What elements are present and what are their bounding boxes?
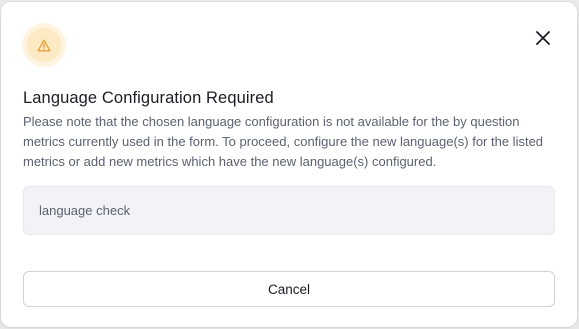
warning-badge: [22, 23, 66, 67]
cancel-button[interactable]: Cancel: [23, 271, 555, 307]
language-config-dialog: Language Configuration Required Please n…: [1, 2, 577, 327]
close-button[interactable]: [531, 26, 555, 50]
dialog-description: Please note that the chosen language con…: [23, 114, 544, 169]
language-check-label: language check: [39, 203, 131, 218]
warning-icon: [37, 39, 51, 51]
warning-badge-inner: [27, 28, 61, 62]
close-icon: [536, 31, 550, 45]
dialog-title: Language Configuration Required: [23, 89, 274, 107]
language-check-item: language check: [23, 186, 555, 235]
cancel-button-label: Cancel: [267, 281, 311, 297]
